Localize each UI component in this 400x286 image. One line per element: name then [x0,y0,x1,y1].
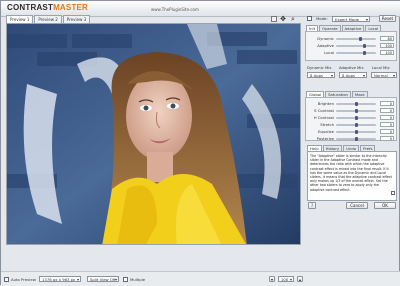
status-bar: Auto Preview 1376 px x 963 px Split View… [1,271,400,286]
preview-tabs: Preview 1 Preview 2 Preview 3 [6,15,91,23]
auto-preview-label: Auto Preview [11,277,36,282]
help-scroll-icon[interactable] [391,191,395,195]
adaptive-mix-select[interactable]: 8 Apps [339,72,367,78]
panel2-body: Brighten 0 S Contrast 0 H Contrast 0 Str… [305,97,397,141]
slider-knob[interactable] [355,109,358,113]
slider-adaptive[interactable] [336,44,376,48]
dynamic-mix-select[interactable]: 8 Apps [307,72,335,78]
mode-checkbox[interactable] [307,16,312,21]
slider-equalize[interactable] [336,130,376,134]
zoom-in-icon[interactable]: ▴ [297,276,303,282]
slider-label-stretch: Stretch [320,122,334,127]
tab-preview-1[interactable]: Preview 1 [6,15,34,23]
slider-knob[interactable] [355,123,358,127]
slider-local[interactable] [336,51,376,55]
slider-label-s-contrast: S Contrast [314,108,334,113]
slider-row-equalize: Equalize 0 [306,129,396,134]
multiple-checkbox[interactable] [123,277,128,282]
slider-label-posterize: Posterize [316,136,334,141]
slider-stretch[interactable] [336,123,376,127]
plugin-window: CONTRASTMASTER www.ThePluginSite.com Pre… [0,0,400,286]
image-size-select[interactable]: 1376 px x 963 px [39,276,81,282]
value-adaptive[interactable]: 100 [380,43,394,48]
value-dynamic[interactable]: 80 [380,36,394,41]
slider-s-contrast[interactable] [336,109,376,113]
slider-h-contrast[interactable] [336,116,376,120]
adaptive-mix-label: Adaptive Mix [339,65,364,70]
slider-label-brighten: Brighten [317,101,334,106]
slider-knob[interactable] [359,37,362,41]
slider-knob[interactable] [355,116,358,120]
help-button[interactable]: ? [308,202,316,209]
zoom-select[interactable]: 100 [278,276,294,282]
value-stretch[interactable]: 0 [380,122,394,127]
cancel-button[interactable]: Cancel [346,202,368,209]
slider-posterize[interactable] [336,137,376,141]
dynamic-mix-label: Dynamic Mix [307,65,332,70]
image-preview[interactable] [6,23,301,245]
value-equalize[interactable]: 0 [380,129,394,134]
slider-knob[interactable] [363,44,366,48]
slider-label-equalize: Equalize [318,129,334,134]
value-posterize[interactable]: 0 [380,136,394,141]
site-url: www.ThePluginSite.com [151,7,199,12]
slider-row-s-contrast: S Contrast 0 [306,108,396,113]
slider-label-local: Local [324,50,334,55]
zoom-icon[interactable]: ⌕ [290,16,296,23]
slider-row-stretch: Stretch 0 [306,122,396,127]
value-h-contrast[interactable]: 0 [380,115,394,120]
help-text: The "Adaptive" slider is similar to the … [307,151,397,201]
panel1-body: Dynamic 80 Adaptive 100 Local 100 [305,31,397,61]
slider-dynamic[interactable] [336,37,376,41]
slider-knob[interactable] [355,137,358,141]
slider-row-dynamic: Dynamic 80 [306,36,396,41]
slider-knob[interactable] [355,102,358,106]
reset-button[interactable]: Reset [379,15,396,22]
slider-row-brighten: Brighten 0 [306,101,396,106]
local-mix-select[interactable]: Normal [371,72,397,78]
auto-preview-checkbox[interactable] [4,277,9,282]
slider-knob[interactable] [363,51,366,55]
portrait-photo [7,24,300,244]
slider-label-h-contrast: H Contrast [313,115,334,120]
local-mix-label: Local Mix [372,65,390,70]
mode-label: Mode: [316,16,328,21]
slider-row-adaptive: Adaptive 100 [306,43,396,48]
tab-preview-2[interactable]: Preview 2 [34,15,62,23]
slider-row-local: Local 100 [306,50,396,55]
slider-row-h-contrast: H Contrast 0 [306,115,396,120]
split-view-select[interactable]: Split View Off [87,276,119,282]
zoom-out-icon[interactable]: ▾ [269,276,275,282]
slider-label-adaptive: Adaptive [317,43,334,48]
tab-preview-3[interactable]: Preview 3 [62,15,91,23]
value-s-contrast[interactable]: 0 [380,108,394,113]
slider-knob[interactable] [355,130,358,134]
slider-label-dynamic: Dynamic [317,36,334,41]
ok-button[interactable]: OK [374,202,396,209]
app-logo: CONTRASTMASTER [7,3,89,12]
move-icon[interactable]: ✥ [280,16,286,23]
window-view-icon[interactable] [271,16,277,22]
multiple-label: Multiple [130,277,146,282]
slider-row-posterize: Posterize 0 [306,136,396,141]
value-local[interactable]: 100 [380,50,394,55]
mode-select[interactable]: Expert Mode [332,16,370,22]
value-brighten[interactable]: 0 [380,101,394,106]
slider-brighten[interactable] [336,102,376,106]
